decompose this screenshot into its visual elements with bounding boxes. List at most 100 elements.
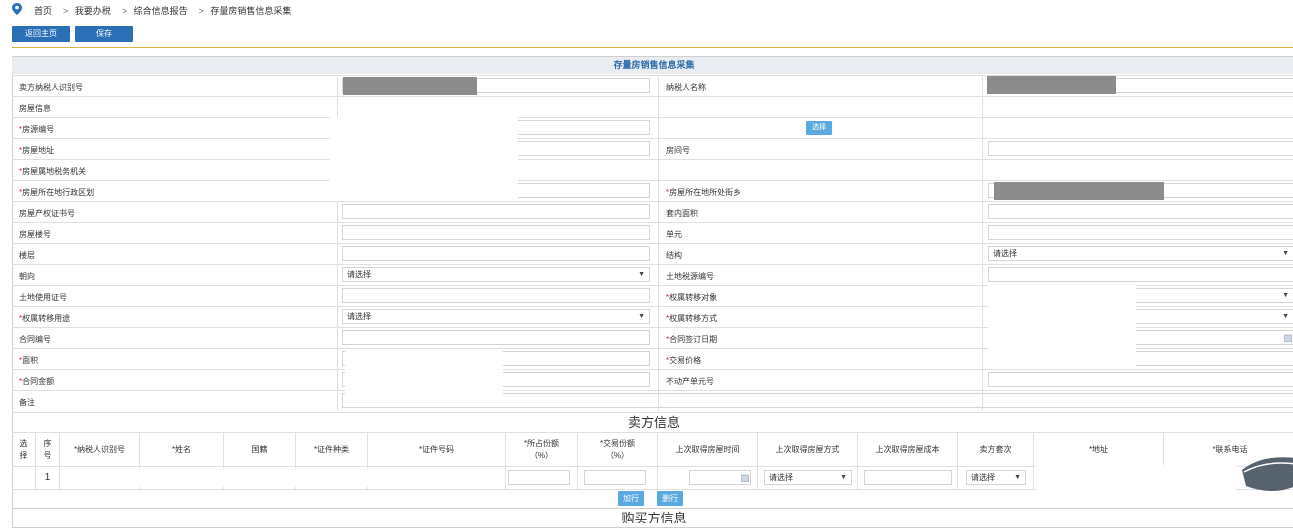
toolbar-divider	[12, 47, 1293, 48]
contract-no-input[interactable]	[342, 330, 650, 345]
floating-widget-icon[interactable]	[1232, 448, 1293, 496]
tax-authority-label: *房屋属地税务机关	[19, 167, 87, 176]
col-last-acquire-cost: 上次取得房屋成本	[858, 433, 958, 467]
last-acquire-method-select[interactable]: 请选择 ▼	[764, 470, 852, 485]
row-property-cert: 房屋产权证书号 套内面积	[12, 201, 1293, 223]
cell-trade-share	[578, 467, 658, 489]
land-source-label: 土地税源编号	[666, 272, 714, 281]
transfer-use-label: *权属转移用途	[19, 314, 71, 323]
house-source-label: *房源编号	[19, 125, 55, 134]
land-use-cert-input[interactable]	[342, 288, 650, 303]
building-no-label: 房屋楼号	[19, 230, 51, 239]
breadcrumb-tax[interactable]: 我要办税	[75, 6, 111, 16]
taxpayer-name-label: 纳税人名称	[666, 83, 706, 92]
land-source-input[interactable]	[988, 267, 1293, 282]
row-select-cell[interactable]	[12, 467, 36, 489]
chevron-down-icon: ▼	[1282, 292, 1289, 299]
cell-last-acquire-cost	[858, 467, 958, 489]
buyer-section-title: 购买方信息	[12, 508, 1293, 523]
delete-row-button[interactable]: 删行	[657, 491, 683, 506]
seller-table-header: 选择 序号 *纳税人识别号 *姓名 国籍 *证件种类 *证件号码 *所占份额 （%…	[12, 432, 1293, 467]
orientation-select[interactable]: 请选择 ▼	[342, 267, 650, 282]
seller-section-title: 卖方信息	[12, 412, 1293, 433]
transfer-method-label: *权属转移方式	[666, 314, 718, 323]
redacted-block	[994, 182, 1164, 200]
contract-date-label: *合同签订日期	[666, 335, 718, 344]
transfer-object-label: *权属转移对象	[666, 293, 718, 302]
col-divider	[982, 75, 983, 411]
seller-count-select[interactable]: 请选择 ▼	[966, 470, 1026, 485]
col-last-acquire-method: 上次取得房屋方式	[758, 433, 858, 467]
row-district: *房屋所在地行政区划 *房屋所在地所处街乡	[12, 180, 1293, 202]
col-share: *所占份额 （%）	[506, 433, 578, 467]
admin-district-label: *房屋所在地行政区划	[19, 188, 95, 197]
chevron-down-icon: ▼	[638, 271, 645, 278]
col-divider	[658, 75, 659, 411]
house-info-label: 房屋信息	[19, 104, 51, 113]
cell-seller-count: 请选择 ▼	[958, 467, 1034, 489]
breadcrumb-report[interactable]: 综合信息报告	[134, 6, 188, 16]
redacted-block	[988, 285, 1136, 369]
realty-unit-input[interactable]	[988, 372, 1293, 387]
col-seller-count: 卖方套次	[958, 433, 1034, 467]
col-trade-share: *交易份额 （%）	[578, 433, 658, 467]
room-no-label: 房间号	[666, 146, 690, 155]
contract-no-label: 合同编号	[19, 335, 51, 344]
house-address-label: *房屋地址	[19, 146, 55, 155]
property-cert-input[interactable]	[342, 204, 650, 219]
trade-share-input[interactable]	[584, 470, 646, 485]
building-no-input[interactable]	[342, 225, 650, 240]
row-orientation: 朝向 请选择 ▼ 土地税源编号	[12, 264, 1293, 286]
contract-amount-label: *合同金额	[19, 377, 55, 386]
floor-label: 楼层	[19, 251, 35, 260]
row-building: 房屋楼号 单元	[12, 222, 1293, 244]
col-address: *地址	[1034, 433, 1164, 467]
add-row-button[interactable]: 加行	[618, 491, 644, 506]
breadcrumb-current: 存量房销售信息采集	[210, 6, 292, 16]
unit-input[interactable]	[988, 225, 1293, 240]
save-button[interactable]: 保存	[75, 26, 133, 42]
row-house-source: *房源编号 选择	[12, 117, 1293, 139]
orientation-label: 朝向	[19, 272, 35, 281]
property-cert-label: 房屋产权证书号	[19, 209, 75, 218]
row-remark: 备注	[12, 390, 1293, 412]
remark-input[interactable]	[342, 393, 1293, 408]
location-pin-icon	[12, 3, 22, 15]
row-house-address: *房屋地址 房间号	[12, 138, 1293, 160]
redacted-block	[345, 349, 503, 395]
transfer-use-select[interactable]: 请选择 ▼	[342, 309, 650, 324]
form-title: 存量房销售信息采集	[12, 57, 1293, 74]
share-input[interactable]	[508, 470, 570, 485]
inner-area-input[interactable]	[988, 204, 1293, 219]
calendar-icon	[741, 474, 749, 482]
row-house-info: 房屋信息	[12, 96, 1293, 118]
trade-price-label: *交易价格	[666, 356, 702, 365]
inner-area-label: 套内面积	[666, 209, 698, 218]
row-contract-amount: *合同金额 不动产单元号	[12, 369, 1293, 391]
redacted-block	[70, 468, 500, 487]
last-acquire-cost-input[interactable]	[864, 470, 952, 485]
room-no-input[interactable]	[988, 141, 1293, 156]
row-floor: 楼层 结构 请选择 ▼	[12, 243, 1293, 265]
land-use-cert-label: 土地使用证号	[19, 293, 67, 302]
col-id-number: *证件号码	[368, 433, 506, 467]
calendar-icon	[1284, 334, 1292, 342]
floor-input[interactable]	[342, 246, 650, 261]
street-label: *房屋所在地所处街乡	[666, 188, 742, 197]
structure-select[interactable]: 请选择 ▼	[988, 246, 1293, 261]
choose-button[interactable]: 选择	[806, 121, 832, 135]
cell-last-acquire-method: 请选择 ▼	[758, 467, 858, 489]
chevron-down-icon: ▼	[840, 474, 847, 481]
back-home-button[interactable]: 返回主页	[12, 26, 70, 42]
chevron-down-icon: ▼	[1014, 474, 1021, 481]
row-seller-id: 卖方纳税人识别号 纳税人名称	[12, 75, 1293, 97]
chevron-down-icon: ▼	[1282, 313, 1289, 320]
breadcrumb-home[interactable]: 首页	[34, 6, 52, 16]
unit-label: 单元	[666, 230, 682, 239]
col-name: *姓名	[140, 433, 224, 467]
seller-id-label: 卖方纳税人识别号	[19, 83, 83, 92]
chevron-down-icon: ▼	[1282, 250, 1289, 257]
redacted-block	[987, 76, 1116, 94]
last-acquire-time-input[interactable]	[689, 470, 751, 485]
col-last-acquire-time: 上次取得房屋时间	[658, 433, 758, 467]
